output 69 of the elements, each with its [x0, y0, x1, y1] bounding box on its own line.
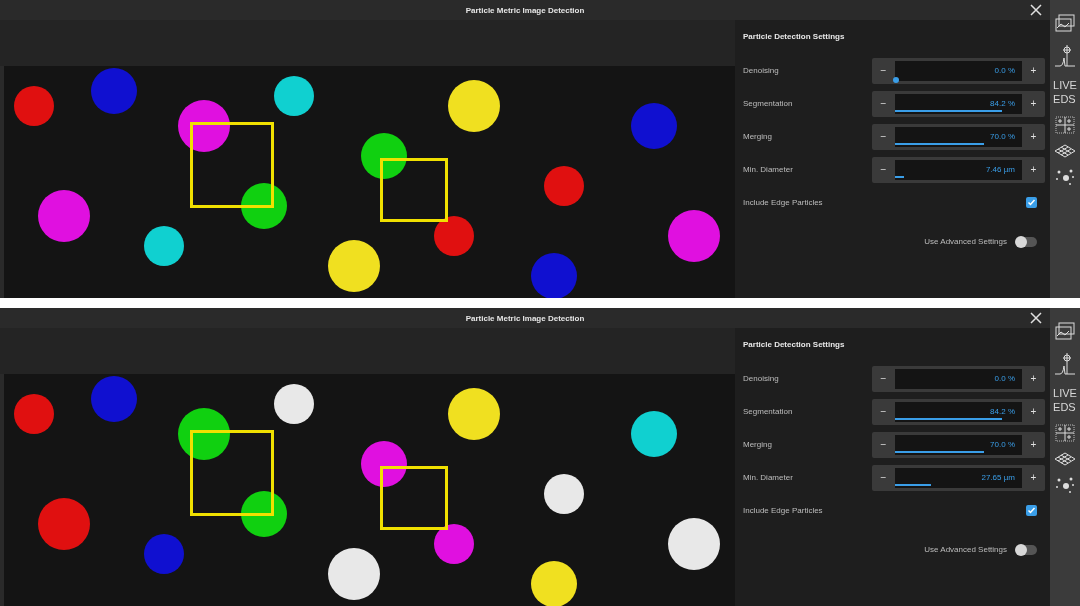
close-icon[interactable]	[1028, 2, 1044, 18]
slider-label: Denoising	[743, 374, 779, 383]
slider-value: 84.2 %	[990, 99, 1015, 108]
checkbox-label: Include Edge Particles	[743, 198, 823, 207]
slider-label: Segmentation	[743, 99, 793, 108]
highlight-frame	[380, 466, 448, 530]
slider-track[interactable]: 70.0 %	[895, 434, 1022, 455]
slider-track[interactable]: 84.2 %	[895, 93, 1022, 114]
slider-track[interactable]: 0.0 %	[895, 60, 1022, 81]
slider-value: 7.46 µm	[985, 165, 1015, 174]
slider-thumb[interactable]	[893, 76, 899, 83]
settings-title: Particle Detection Settings	[743, 340, 846, 349]
increment-button[interactable]: +	[1022, 123, 1045, 150]
slider-track[interactable]: 84.2 %	[895, 401, 1022, 422]
mesh-icon[interactable]	[1054, 452, 1076, 466]
sidebar-label[interactable]: LIVE EDS	[1053, 78, 1077, 106]
toggle-switch[interactable]	[1017, 544, 1037, 555]
increment-button[interactable]: +	[1022, 90, 1045, 117]
toggle-label: Use Advanced Settings	[924, 237, 1007, 246]
decrement-button[interactable]: −	[872, 464, 895, 491]
toggle-switch[interactable]	[1017, 236, 1037, 247]
slider-label: Segmentation	[743, 407, 793, 416]
checkbox[interactable]	[1026, 505, 1037, 516]
slider-label: Merging	[743, 440, 772, 449]
close-icon[interactable]	[1028, 310, 1044, 326]
slider-label: Denoising	[743, 66, 779, 75]
scatter-dots-icon[interactable]	[1054, 168, 1076, 186]
window-title: Particle Metric Image Detection	[465, 5, 585, 15]
highlight-frame	[380, 158, 448, 222]
increment-button[interactable]: +	[1022, 365, 1045, 392]
decrement-button[interactable]: −	[872, 123, 895, 150]
image-frame-icon[interactable]	[1054, 14, 1076, 34]
slider-label: Min. Diameter	[743, 165, 793, 174]
decrement-button[interactable]: −	[872, 57, 895, 84]
slider-value: 0.0 %	[994, 374, 1015, 383]
image-frame-icon[interactable]	[1054, 322, 1076, 342]
slider-track[interactable]: 0.0 %	[895, 368, 1022, 389]
increment-button[interactable]: +	[1022, 156, 1045, 183]
slider-track[interactable]: 27.65 µm	[895, 467, 1022, 488]
decrement-button[interactable]: −	[872, 90, 895, 117]
mesh-icon[interactable]	[1054, 144, 1076, 158]
slider-value: 70.0 %	[990, 440, 1015, 449]
increment-button[interactable]: +	[1022, 398, 1045, 425]
decrement-button[interactable]: −	[872, 365, 895, 392]
settings-title: Particle Detection Settings	[743, 32, 846, 41]
slider-value: 27.65 µm	[981, 473, 1015, 482]
slider-value: 84.2 %	[990, 407, 1015, 416]
decrement-button[interactable]: −	[872, 156, 895, 183]
increment-button[interactable]: +	[1022, 464, 1045, 491]
slider-track[interactable]: 7.46 µm	[895, 159, 1022, 180]
slider-value: 0.0 %	[994, 66, 1015, 75]
increment-button[interactable]: +	[1022, 57, 1045, 84]
slider-track[interactable]: 70.0 %	[895, 126, 1022, 147]
grid-icon[interactable]	[1054, 116, 1076, 134]
checkbox-label: Include Edge Particles	[743, 506, 823, 515]
grid-icon[interactable]	[1054, 424, 1076, 442]
slider-value: 70.0 %	[990, 132, 1015, 141]
decrement-button[interactable]: −	[872, 431, 895, 458]
sidebar-label[interactable]: LIVE EDS	[1053, 386, 1077, 414]
scatter-dots-icon[interactable]	[1054, 476, 1076, 494]
slider-label: Min. Diameter	[743, 473, 793, 482]
toggle-label: Use Advanced Settings	[924, 545, 1007, 554]
antenna-spectrum-icon[interactable]	[1054, 352, 1076, 376]
slider-label: Merging	[743, 132, 772, 141]
antenna-spectrum-icon[interactable]	[1054, 44, 1076, 68]
checkbox[interactable]	[1026, 197, 1037, 208]
window-title: Particle Metric Image Detection	[465, 313, 585, 323]
increment-button[interactable]: +	[1022, 431, 1045, 458]
decrement-button[interactable]: −	[872, 398, 895, 425]
